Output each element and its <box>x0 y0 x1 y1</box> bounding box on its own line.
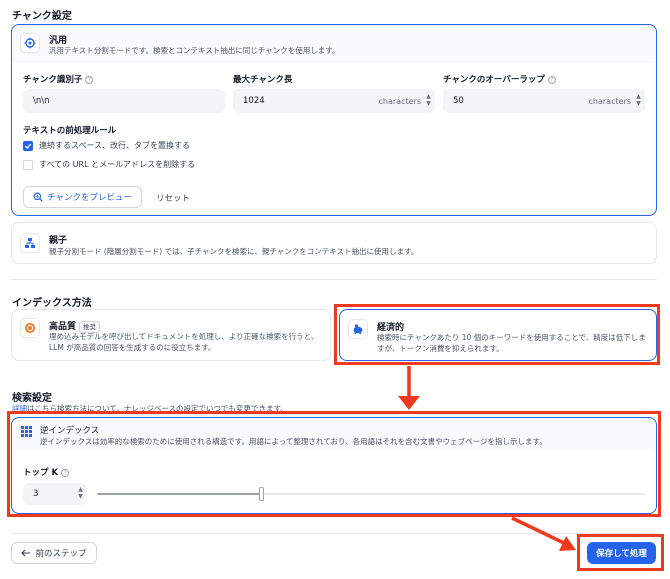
high-quality-icon <box>20 318 40 338</box>
high-quality-option[interactable]: 高品質 推奨 埋め込みモデルを呼び出してドキュメントを処理し、より正確な検索を行う… <box>11 309 331 361</box>
general-mode-card[interactable]: 汎用 汎用テキスト分割モードです。検索とコンテキスト抽出に同じチャンクを使用しま… <box>11 24 657 216</box>
general-mode-icon <box>20 33 40 53</box>
rule-remove-urls[interactable]: すべての URL とメールアドレスを削除する <box>23 159 195 170</box>
preview-chunk-label: チャンクをプレビュー <box>47 193 132 203</box>
max-length-input[interactable]: 1024 characters ▲ ▼ <box>233 89 435 113</box>
delimiter-label: チャンク識別子? <box>23 73 94 85</box>
retrieval-settings-title: 検索設定 <box>12 393 52 404</box>
max-length-value: 1024 <box>243 96 265 106</box>
reset-button[interactable]: リセット <box>156 192 190 204</box>
rule-remove-urls-label: すべての URL とメールアドレスを削除する <box>39 160 196 169</box>
rules-label: テキストの前処理ルール <box>23 126 117 136</box>
parent-child-desc: 親子分割モード (階層分割モード) では、子チャンクを検索に、親チャンクをコンテ… <box>49 247 419 256</box>
section-divider <box>11 279 657 280</box>
inverted-index-desc: 逆インデックスは効率的な検索のために使用される構造です。用語によって整理されてお… <box>40 437 547 446</box>
top-k-stepper-icon[interactable]: ▲ ▼ <box>77 486 84 500</box>
top-k-input[interactable]: 3 ▲ ▼ <box>23 483 87 505</box>
chunk-settings-title: チャンク設定 <box>12 11 72 22</box>
parent-child-mode-card[interactable]: 親子 親子分割モード (階層分割モード) では、子チャンクを検索に、親チャンクを… <box>11 222 657 264</box>
arrow-diagonal-icon <box>511 516 576 551</box>
overlap-label: チャンクのオーバーラップ? <box>443 73 556 85</box>
delimiter-help-icon[interactable]: ? <box>85 75 94 84</box>
search-preview-icon <box>33 192 43 202</box>
grid-icon <box>21 426 32 440</box>
footer-divider <box>11 533 657 534</box>
retrieval-note-text: はこちら検索方法について、ナレッジベースの設定でいつでも変更できます。 <box>27 404 288 413</box>
arrow-left-icon <box>21 549 31 557</box>
overlap-input[interactable]: 50 characters ▲ ▼ <box>443 89 645 113</box>
back-button-label: 前のステップ <box>35 549 87 559</box>
economy-icon <box>348 319 368 339</box>
save-and-process-button[interactable]: 保存して処理 <box>587 542 656 564</box>
index-method-title: インデックス方法 <box>12 298 92 309</box>
max-length-stepper-icon[interactable]: ▲ ▼ <box>425 93 432 107</box>
retrieval-note: 詳細はこちら検索方法について、ナレッジベースの設定でいつでも変更できます。 <box>12 403 288 414</box>
overlap-help-icon[interactable]: ? <box>547 75 556 84</box>
preview-chunk-button[interactable]: チャンクをプレビュー <box>23 186 142 208</box>
inverted-index-card[interactable]: 逆インデックス 逆インデックスは効率的な検索のために使用される構造です。用語によ… <box>11 417 657 514</box>
general-mode-desc: 汎用テキスト分割モードです。検索とコンテキスト抽出に同じチャンクを使用します。 <box>49 46 340 55</box>
overlap-unit: characters <box>588 96 631 106</box>
overlap-stepper-icon[interactable]: ▲ ▼ <box>635 93 642 107</box>
parent-child-title: 親子 <box>49 236 68 246</box>
overlap-value: 50 <box>453 96 464 106</box>
inverted-index-title: 逆インデックス <box>40 426 100 436</box>
economy-option[interactable]: 経済的 検索時にチャンクあたり 10 個のキーワードを使用することで、精度は低下… <box>339 309 657 361</box>
rule-replace-whitespace-label: 連続するスペース、改行、タブを置換する <box>39 141 191 150</box>
back-button[interactable]: 前のステップ <box>11 542 97 564</box>
checkbox-checked-icon[interactable] <box>23 140 33 151</box>
parent-child-icon <box>20 233 40 253</box>
arrow-down-icon <box>398 366 420 410</box>
max-length-label: 最大チャンク長 <box>233 75 293 85</box>
top-k-slider-thumb[interactable] <box>259 487 264 501</box>
high-quality-desc: 埋め込みモデルを呼び出してドキュメントを処理し、より正確な検索を行うと、LLM … <box>49 332 319 352</box>
learn-more-link[interactable]: 詳細 <box>12 404 27 413</box>
economy-desc: 検索時にチャンクあたり 10 個のキーワードを使用することで、精度は低下しますが… <box>377 333 646 353</box>
delimiter-input[interactable]: \n\n <box>23 89 225 113</box>
checkbox-unchecked-icon[interactable] <box>23 159 33 170</box>
rule-replace-whitespace[interactable]: 連続するスペース、改行、タブを置換する <box>23 140 190 151</box>
max-length-unit: characters <box>378 96 421 106</box>
top-k-label: トップ K? <box>23 466 70 478</box>
top-k-value: 3 <box>33 489 39 499</box>
top-k-slider-fill <box>97 493 261 495</box>
top-k-help-icon[interactable]: ? <box>61 468 70 477</box>
